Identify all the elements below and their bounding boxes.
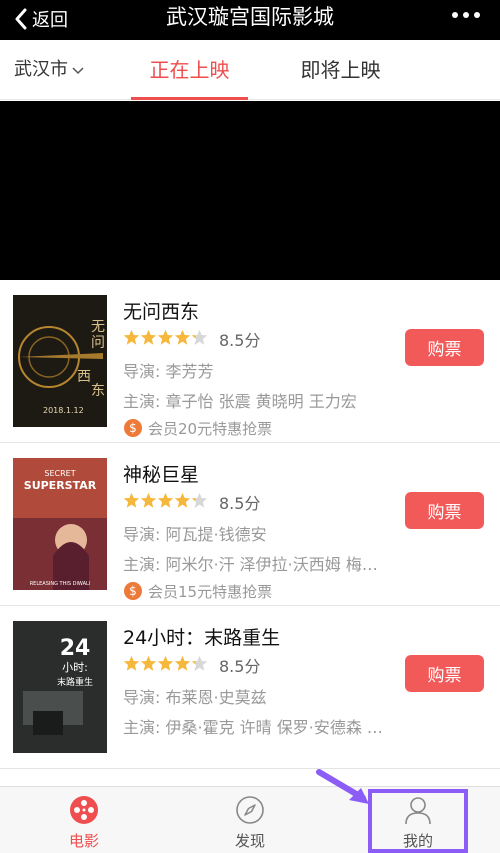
movie-item[interactable]: 无 问 西 东 2018.1.12 无问西东 8.5分 导演: 李芳芳 主演: …	[0, 281, 500, 443]
star-icon	[140, 655, 157, 672]
film-reel-icon	[70, 796, 98, 824]
star-rating	[123, 329, 208, 347]
movie-director: 导演: 布莱恩·史莫兹	[123, 688, 267, 707]
movie-title: 神秘巨星	[123, 464, 200, 486]
page-title: 武汉璇宫国际影城	[166, 5, 334, 29]
movie-item[interactable]: 24 小时: 末路重生 24小时：末路重生 8.5分 导演: 布莱恩·史莫兹 主…	[0, 607, 500, 769]
movie-poster: 无 问 西 东 2018.1.12	[13, 295, 107, 427]
star-icon	[174, 492, 191, 509]
movie-director: 导演: 阿瓦提·钱德安	[123, 525, 267, 544]
star-rating	[123, 655, 208, 673]
svg-text:RELEASING THIS DIWALI: RELEASING THIS DIWALI	[30, 581, 91, 587]
movie-title: 24小时：末路重生	[123, 627, 281, 649]
annotation-arrow	[316, 769, 369, 804]
movie-score: 8.5分	[219, 657, 261, 676]
star-icon	[123, 329, 140, 346]
star-icon	[157, 655, 174, 672]
coin-icon: $	[124, 582, 142, 600]
banner-area[interactable]	[0, 101, 500, 280]
tab-coming-soon[interactable]: 即将上映	[282, 40, 399, 100]
star-icon	[191, 655, 208, 672]
movie-cast: 主演: 章子怡 张震 黄晓明 王力宏	[123, 392, 357, 411]
annotation-highlight-box	[368, 789, 468, 853]
coin-icon: $	[124, 419, 142, 437]
star-icon	[191, 492, 208, 509]
svg-text:2018.1.12: 2018.1.12	[43, 406, 84, 415]
promo-text: 会员15元特惠抢票	[148, 582, 273, 601]
chevron-down-icon	[72, 67, 84, 75]
star-icon	[174, 329, 191, 346]
nav-label: 电影	[68, 832, 99, 850]
movie-poster: 24 小时: 末路重生	[13, 621, 107, 753]
star-icon	[140, 329, 157, 346]
compass-icon	[236, 796, 264, 824]
member-promo[interactable]: $ 会员20元特惠抢票	[124, 418, 272, 438]
buy-ticket-button[interactable]: 购票	[405, 655, 484, 692]
buy-ticket-button[interactable]: 购票	[405, 329, 484, 366]
more-icon[interactable]	[452, 10, 482, 22]
svg-text:东: 东	[91, 383, 105, 399]
city-label: 武汉市	[14, 59, 68, 80]
movie-cast: 主演: 伊桑·霍克 许晴 保罗·安德森 …	[123, 718, 383, 737]
svg-text:问: 问	[91, 335, 105, 351]
top-bar: 返回 武汉璇宫国际影城	[0, 0, 500, 40]
movie-cast: 主演: 阿米尔·汗 泽伊拉·沃西姆 梅…	[123, 555, 378, 574]
star-icon	[123, 655, 140, 672]
svg-text:SECRET: SECRET	[44, 469, 75, 478]
movie-item[interactable]: SECRET SUPERSTAR RELEASING THIS DIWALI 神…	[0, 444, 500, 606]
svg-text:小时:: 小时:	[62, 661, 88, 674]
svg-text:末路重生: 末路重生	[57, 676, 93, 688]
star-rating	[123, 492, 208, 510]
star-icon	[174, 655, 191, 672]
nav-item-movies[interactable]: 电影	[34, 787, 134, 853]
city-selector[interactable]: 武汉市	[14, 40, 84, 100]
member-promo[interactable]: $ 会员15元特惠抢票	[124, 581, 272, 601]
movie-director: 导演: 李芳芳	[123, 362, 214, 381]
movie-title: 无问西东	[123, 301, 200, 323]
svg-text:西: 西	[77, 369, 91, 385]
promo-text: 会员20元特惠抢票	[148, 419, 273, 438]
svg-text:无: 无	[91, 319, 105, 335]
svg-text:24: 24	[60, 636, 91, 661]
svg-text:SUPERSTAR: SUPERSTAR	[24, 479, 97, 492]
movie-score: 8.5分	[219, 331, 261, 350]
active-tab-indicator	[131, 97, 248, 100]
buy-ticket-button[interactable]: 购票	[405, 492, 484, 529]
movie-poster: SECRET SUPERSTAR RELEASING THIS DIWALI	[13, 458, 107, 590]
movie-score: 8.5分	[219, 494, 261, 513]
star-icon	[140, 492, 157, 509]
star-icon	[157, 329, 174, 346]
nav-label: 发现	[234, 832, 265, 850]
star-icon	[123, 492, 140, 509]
tab-now-showing[interactable]: 正在上映	[131, 40, 248, 100]
tab-bar: 武汉市 正在上映 即将上映	[0, 40, 500, 100]
nav-item-discover[interactable]: 发现	[200, 787, 300, 853]
star-icon	[191, 329, 208, 346]
star-icon	[157, 492, 174, 509]
